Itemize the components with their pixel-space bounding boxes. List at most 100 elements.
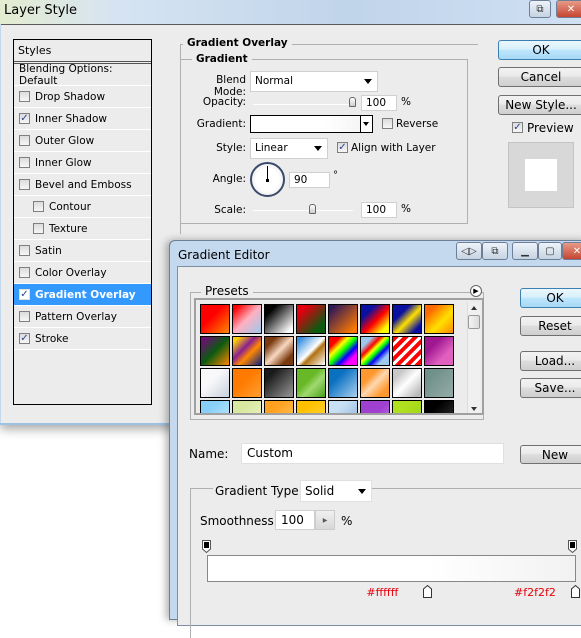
presets-menu-button[interactable]: ▶ (470, 285, 482, 297)
save-button[interactable]: Save... (520, 378, 581, 398)
style-item-drop-shadow[interactable]: Drop Shadow (14, 86, 151, 108)
preset-swatch[interactable] (232, 336, 262, 366)
preset-swatch[interactable] (328, 304, 358, 334)
style-item-gradient-overlay[interactable]: ✓ Gradient Overlay (14, 284, 151, 306)
style-item-inner-shadow[interactable]: ✓ Inner Shadow (14, 108, 151, 130)
preset-swatch[interactable] (328, 336, 358, 366)
style-item-texture[interactable]: Texture (14, 218, 151, 240)
align-with-layer-checkbox[interactable]: ✓ (337, 142, 348, 153)
maximize-button[interactable]: ▢ (538, 242, 562, 260)
opacity-stop-right[interactable] (568, 540, 577, 553)
preset-swatch[interactable] (232, 400, 262, 413)
preset-swatch[interactable] (392, 304, 422, 334)
scroll-down-icon[interactable] (471, 407, 477, 411)
ok-button[interactable]: OK (520, 288, 581, 308)
restore-button[interactable]: ⧉ (482, 242, 508, 260)
style-checkbox[interactable]: ✓ (19, 289, 30, 300)
style-item-pattern-overlay[interactable]: Pattern Overlay (14, 306, 151, 328)
gradient-picker[interactable] (250, 115, 373, 133)
style-checkbox[interactable] (19, 245, 30, 256)
style-checkbox[interactable]: ✓ (19, 113, 30, 124)
minimize-button[interactable]: ▁ (512, 242, 538, 260)
close-button[interactable]: ✕ (562, 242, 581, 260)
opacity-stop-left[interactable] (202, 540, 211, 553)
gradient-type-select[interactable]: Solid (300, 480, 372, 502)
cancel-button[interactable]: Cancel (498, 67, 581, 87)
scroll-up-icon[interactable] (471, 306, 477, 310)
load-button[interactable]: Load... (520, 351, 581, 371)
preset-swatch[interactable] (264, 304, 294, 334)
new-style-button[interactable]: New Style... (498, 95, 581, 115)
dock-toggle-button[interactable]: ◁▷ (456, 242, 482, 260)
blend-mode-select[interactable]: Normal (250, 71, 378, 92)
scale-slider[interactable] (253, 210, 353, 211)
style-checkbox[interactable] (19, 179, 30, 190)
color-stop[interactable] (571, 585, 580, 598)
preset-swatch[interactable] (200, 400, 230, 413)
scroll-thumb[interactable] (468, 315, 480, 329)
scale-slider-thumb[interactable] (309, 204, 316, 214)
close-button[interactable]: ✕ (556, 0, 581, 18)
angle-input[interactable]: 90 (289, 172, 330, 188)
preset-swatch[interactable] (424, 400, 454, 413)
style-select[interactable]: Linear (250, 138, 328, 159)
presets-scrollbar[interactable] (467, 302, 480, 413)
preset-swatch[interactable] (232, 368, 262, 398)
preset-swatch[interactable] (392, 336, 422, 366)
angle-dial[interactable] (250, 162, 285, 197)
opacity-slider-thumb[interactable] (349, 97, 356, 107)
preset-swatch[interactable] (264, 336, 294, 366)
preset-swatch[interactable] (200, 368, 230, 398)
style-item-bevel-and-emboss[interactable]: Bevel and Emboss (14, 174, 151, 196)
preset-swatch[interactable] (392, 368, 422, 398)
preview-checkbox[interactable]: ✓ (512, 122, 523, 133)
gradient-preview-bar[interactable] (207, 555, 576, 582)
style-item-contour[interactable]: Contour (14, 196, 151, 218)
preset-swatch[interactable] (360, 368, 390, 398)
styles-header[interactable]: Styles (14, 40, 151, 64)
style-checkbox[interactable] (19, 267, 30, 278)
scale-input[interactable]: 100 (361, 202, 397, 218)
reverse-checkbox[interactable] (382, 118, 393, 129)
style-item-stroke[interactable]: ✓ Stroke (14, 328, 151, 350)
preset-swatch[interactable] (232, 304, 262, 334)
gradient-dropdown-button[interactable] (360, 116, 372, 132)
preset-swatch[interactable] (200, 336, 230, 366)
style-item-blending-options-default[interactable]: Blending Options: Default (14, 63, 151, 87)
style-checkbox[interactable] (33, 223, 44, 234)
style-item-outer-glow[interactable]: Outer Glow (14, 130, 151, 152)
preset-swatch[interactable] (264, 400, 294, 413)
style-checkbox[interactable]: ✓ (19, 333, 30, 344)
style-checkbox[interactable] (19, 91, 30, 102)
preset-swatch[interactable] (328, 400, 358, 413)
name-input[interactable]: Custom (241, 443, 504, 464)
style-checkbox[interactable] (19, 157, 30, 168)
style-item-color-overlay[interactable]: Color Overlay (14, 262, 151, 284)
opacity-input[interactable]: 100 (361, 95, 397, 111)
reset-button[interactable]: Reset (520, 316, 581, 336)
smoothness-input[interactable]: 100 (275, 510, 315, 530)
layer-style-titlebar[interactable]: Layer Style ⧉ ✕ (0, 0, 581, 24)
style-checkbox[interactable] (33, 201, 44, 212)
preset-swatch[interactable] (360, 304, 390, 334)
preset-swatch[interactable] (328, 368, 358, 398)
preset-swatch[interactable] (296, 304, 326, 334)
preset-swatch[interactable] (424, 368, 454, 398)
preset-swatch[interactable] (200, 304, 230, 334)
opacity-slider[interactable] (253, 104, 353, 105)
ok-button[interactable]: OK (498, 40, 581, 60)
preset-swatch[interactable] (392, 400, 422, 413)
preset-swatch[interactable] (296, 400, 326, 413)
style-checkbox[interactable] (19, 311, 30, 322)
preset-swatch[interactable] (360, 400, 390, 413)
preset-swatch[interactable] (424, 304, 454, 334)
style-item-inner-glow[interactable]: Inner Glow (14, 152, 151, 174)
preset-swatch[interactable] (296, 336, 326, 366)
preset-swatch[interactable] (360, 336, 390, 366)
style-checkbox[interactable] (19, 135, 30, 146)
smoothness-slider-button[interactable]: ▶ (315, 510, 335, 530)
preset-swatch[interactable] (264, 368, 294, 398)
new-button[interactable]: New (520, 445, 581, 464)
preset-swatch[interactable] (296, 368, 326, 398)
style-item-satin[interactable]: Satin (14, 240, 151, 262)
